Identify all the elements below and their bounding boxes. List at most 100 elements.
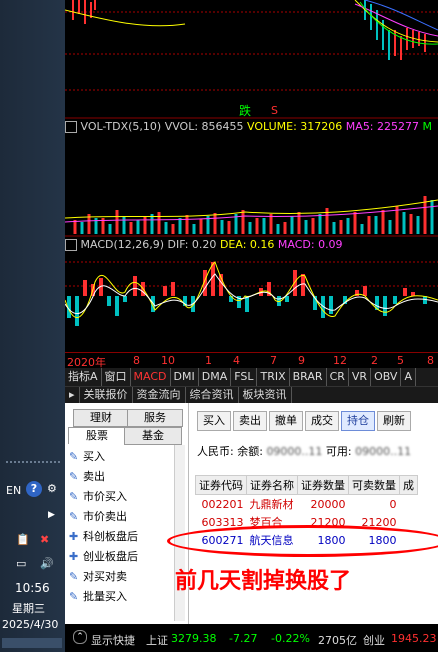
clipboard-icon[interactable]: 📋 [16,533,30,546]
volume-icon[interactable]: 🔊 [40,557,54,570]
tab-vr[interactable]: VR [349,368,372,386]
tab-stocks[interactable]: 股票 [68,427,126,444]
indicator-tab-bar: 指标A 窗口 MACD DMI DMA FSL TRIX BRAR CR VR … [65,368,438,386]
tab-fsl[interactable]: FSL [231,368,258,386]
expand-plus-icon[interactable]: ✚ [69,528,83,546]
cell-name: 九鼎新材 [249,498,294,511]
col-more[interactable]: 成 [399,475,418,495]
clock-date: 2025/4/30 [2,618,59,631]
menu-item-batch-buy[interactable]: ✎ 批量买入 [69,588,127,606]
chart-svg [65,0,438,326]
col-sellable[interactable]: 可卖数量 [348,475,400,495]
menu-item-paired-trade[interactable]: ✎ 对买对卖 [69,568,127,586]
show-hidden-icons-icon[interactable]: ▶ [48,510,55,520]
menu-item-buy[interactable]: ✎ 买入 [69,448,105,466]
menu-item-market-sell[interactable]: ✎ 市价卖出 [69,508,127,526]
clock-time[interactable]: 10:56 [15,581,50,595]
date-label: 9 [298,354,305,367]
cell-code: 002201 [201,497,244,511]
price-candles [65,0,438,60]
cell-more [400,495,418,514]
chart-area[interactable]: 跌 S VOL-TDX(5,10) VVOL: 856455 VOLUME: 3… [65,0,438,368]
tab-dmi[interactable]: DMI [171,368,199,386]
macd-histogram [65,261,438,326]
tab-news[interactable]: 综合资讯 [186,387,239,404]
clock-weekday: 星期三 [12,602,45,615]
tab-wealth[interactable]: 理财 [73,409,129,427]
positions-button[interactable]: 持仓 [341,411,375,431]
sh-index-pct: -0.22% [271,632,310,645]
col-name[interactable]: 证券名称 [246,475,298,495]
date-label: 5 [397,354,404,367]
annotation-text: 前几天割掉换股了 [175,569,352,594]
gem-index-label[interactable]: 创业 [363,632,385,648]
tab-capital-flow[interactable]: 资金流向 [133,387,186,404]
tab-cr[interactable]: CR [327,368,349,386]
volume-panel-header: VOL-TDX(5,10) VVOL: 856455 VOLUME: 31720… [65,120,432,134]
trade-icon: ✎ [69,450,79,463]
tab-brar[interactable]: BRAR [290,368,327,386]
available-label: 可用: [325,445,352,458]
tab-more[interactable]: A [401,368,416,386]
cancel-order-button[interactable]: 撤单 [269,411,303,431]
tab-indicator-a[interactable]: 指标A [65,368,102,386]
menu-item-gem-after-hours[interactable]: ✚ 创业板盘后 [69,548,138,566]
cell-sellable: 0 [389,497,397,511]
vvol-value: VVOL: 856455 [164,120,244,133]
sell-button[interactable]: 卖出 [233,411,267,431]
date-label: 2020年 [67,356,106,368]
menu-item-market-buy[interactable]: ✎ 市价买入 [69,488,127,506]
date-label: 4 [233,354,240,367]
tab-trix[interactable]: TRIX [257,368,290,386]
panel-collapse-icon[interactable] [65,239,77,251]
deals-button[interactable]: 成交 [305,411,339,431]
macd-indicator-name[interactable]: MACD(12,26,9) [81,238,165,251]
macd-dif-value: DIF: 0.20 [167,238,217,251]
lang-indicator[interactable]: EN [6,484,21,497]
panel-collapse-icon[interactable] [65,121,77,133]
date-label: 10 [161,354,175,367]
table-row[interactable]: 002201 九鼎新材 20000 0 [196,495,418,514]
tab-macd[interactable]: MACD [131,368,171,386]
menu-item-sell[interactable]: ✎ 卖出 [69,468,105,486]
date-label: 8 [427,354,434,367]
trade-icon: ✎ [69,590,79,603]
expand-arrow-icon[interactable]: ▸ [65,387,80,404]
tab-funds[interactable]: 基金 [124,427,182,445]
date-label: 8 [133,354,140,367]
volume-indicator-name[interactable]: VOL-TDX(5,10) [81,120,162,133]
expand-toggle-icon[interactable]: ⌃ [73,630,87,644]
sh-index-change: -7.27 [229,632,258,645]
trade-icon: ✎ [69,470,79,483]
ime-options-icon[interactable]: ⚙ [47,482,57,495]
menu-item-star-after-hours[interactable]: ✚ 科创板盘后 [69,528,138,546]
col-code[interactable]: 证券代码 [195,475,247,495]
refresh-button[interactable]: 刷新 [377,411,411,431]
trade-icon: ✎ [69,570,79,583]
tab-related-quotes[interactable]: 关联报价 [80,387,133,404]
expand-plus-icon[interactable]: ✚ [69,548,83,566]
macd-panel-header: MACD(12,26,9) DIF: 0.20 DEA: 0.16 MACD: … [65,238,343,252]
tab-sector-news[interactable]: 板块资讯 [239,387,292,404]
sh-index-label[interactable]: 上证 [146,632,168,648]
cell-qty: 20000 [310,497,346,511]
balance-value: 09000..11 [266,445,323,458]
trade-icon: ✎ [69,510,79,523]
macd-dea-value: DEA: 0.16 [219,238,275,251]
sh-turnover: 2705亿 [318,634,357,647]
buy-button[interactable]: 买入 [197,411,231,431]
tab-window[interactable]: 窗口 [102,368,131,386]
show-hotkey-label[interactable]: 显示快捷 [91,632,135,648]
sell-signal-marker: S [271,104,278,117]
tab-dma[interactable]: DMA [199,368,232,386]
network-disconnected-icon[interactable]: ✖ [40,533,49,546]
col-qty[interactable]: 证券数量 [297,475,349,495]
tab-obv[interactable]: OBV [371,368,402,386]
help-icon[interactable]: ? [26,481,42,497]
date-label: 1 [205,354,212,367]
display-icon[interactable]: ▭ [16,557,26,570]
balance-label: 余额: [237,445,263,458]
date-axis: 2020年 8 10 1 4 7 9 12 2 5 8 [65,352,438,368]
show-desktop-button[interactable] [2,638,62,648]
tab-service[interactable]: 服务 [127,409,183,427]
